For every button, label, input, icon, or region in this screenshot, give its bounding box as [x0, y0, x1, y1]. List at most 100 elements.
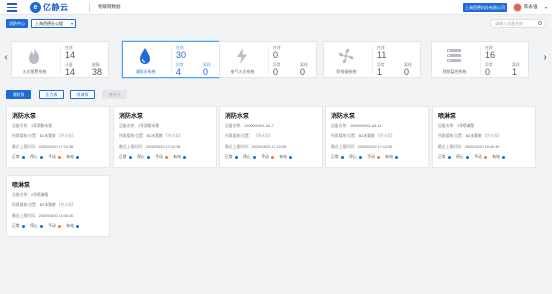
stat-value: 30 [176, 50, 187, 60]
device-card[interactable]: 消防水泵 设备名称：2号消防水泵 所属楼栋/位置：B2水泵房 【供水泵】 最近上报时间… [113, 106, 217, 168]
category-card-1[interactable]: 消防水系统 在线 30 异常 4 离线 0 [122, 41, 220, 78]
device-location-extra: 【供水泵】 [163, 134, 183, 138]
device-location: B2水泵房 [39, 203, 56, 207]
status-item-normal: 正常 [12, 155, 26, 160]
avatar[interactable] [513, 3, 522, 12]
device-location: B2水泵房 [358, 134, 375, 138]
category-name: 电气火灾系统 [230, 69, 255, 74]
stat-value: 14 [65, 50, 76, 60]
toolbar: 消防中心 上海西德办公楼 ▾ 请输入设备名称 [0, 15, 552, 32]
status-label: 正常 [225, 155, 233, 159]
category-divider [60, 47, 61, 74]
device-card[interactable]: 消防水泵 设备名称：1号消防水泵 所属楼栋/位置：B2水泵房 【供水泵】 最近上报时间… [6, 106, 110, 168]
status-label: 有电 [279, 155, 287, 159]
prev-arrow-icon[interactable]: ‹ [2, 53, 10, 63]
status-dot [146, 155, 151, 160]
device-location-label: 所属楼栋/位置： [119, 134, 147, 138]
status-label: 停止 [30, 155, 38, 159]
category-card-3[interactable]: 防排烟系统 在线 11 异常 1 离线 0 [323, 41, 421, 78]
status-label: 有电 [66, 224, 74, 228]
lightning-icon [232, 46, 252, 66]
username[interactable]: 陈永强 [524, 4, 538, 10]
status-item-manual: 手动 [155, 155, 169, 160]
device-card[interactable]: 消防水泵 设备名称：1000000011-64-11 所属楼栋/位置：B2水泵房 【… [325, 106, 429, 168]
stat-value: 0 [300, 67, 306, 77]
status-label: 有电 [492, 155, 500, 159]
status-dot [39, 224, 44, 229]
device-location-row: 所属楼栋/位置：B2水泵房 【供水泵】 [438, 134, 502, 139]
nav-title[interactable]: 物联网数据 [98, 4, 121, 10]
device-card[interactable]: 喷淋泵 设备名称：2号喷淋泵 所属楼栋/位置：B2水泵房 【供水泵】 最近上报时间：2… [6, 175, 110, 237]
stat-value: 0 [485, 67, 491, 77]
stat-value: 0 [404, 67, 410, 77]
device-card[interactable]: 消防水泵 设备名称：1000000011-64-7 所属楼栋/位置： 【供水泵】 最近… [219, 106, 323, 168]
device-title: 消防水泵 [12, 114, 37, 120]
device-name-label: 设备名称： [12, 124, 31, 128]
status-label: 手动 [367, 155, 375, 159]
status-label: 手动 [155, 155, 163, 159]
device-time-row: 最近上报时间：2020/03/20 15:40:30 [438, 145, 499, 150]
tab-fire-pump[interactable]: 消防泵 [6, 90, 31, 99]
search-icon[interactable] [538, 21, 542, 25]
device-title: 消防水泵 [119, 114, 144, 120]
device-title: 喷淋泵 [12, 183, 31, 189]
project-tag[interactable]: 消防中心 [6, 19, 28, 28]
category-card-4[interactable]: 视频监控系统 在线 16 异常 0 离线 1 [431, 41, 529, 78]
category-card-2[interactable]: 电气火灾系统 在线 0 异常 0 离线 0 [219, 41, 317, 78]
status-label: 手动 [261, 155, 269, 159]
device-name-row: 设备名称：1号消防水泵 [12, 124, 52, 129]
status-item-power: 有电 [66, 155, 80, 160]
status-item-manual: 手动 [261, 155, 275, 160]
device-name-label: 设备名称： [438, 124, 457, 128]
device-name: 2号喷淋泵 [30, 193, 49, 197]
building-select[interactable]: 上海西德办公楼 ▾ [31, 19, 76, 28]
category-name: 消防水系统 [135, 69, 156, 74]
app-logo[interactable]: e 亿静云 [30, 2, 69, 13]
device-name-label: 设备名称： [12, 193, 31, 197]
chevron-down-icon[interactable]: ▾ [545, 5, 547, 10]
category-name: 火灾报警系统 [22, 69, 47, 74]
status-label: 正常 [12, 224, 20, 228]
device-location-row: 所属楼栋/位置： 【供水泵】 [225, 134, 273, 139]
device-location: B2水泵房 [146, 134, 163, 138]
next-arrow-icon[interactable]: › [541, 53, 549, 63]
status-label: 正常 [119, 155, 127, 159]
device-name-row: 设备名称：1000000011-64-11 [331, 124, 382, 129]
status-dot [340, 155, 345, 160]
status-dot [234, 155, 239, 160]
device-location-label: 所属楼栋/位置： [438, 134, 466, 138]
fan-icon [336, 46, 356, 66]
stat-value: 0 [273, 67, 279, 77]
stat-value: 0 [273, 50, 279, 60]
status-item-manual: 手动 [367, 155, 381, 160]
status-item-stop: 停止 [243, 155, 257, 160]
status-dot [21, 155, 26, 160]
device-location-extra: 【供水泵】 [56, 203, 76, 207]
device-name: 2号消防水泵 [137, 124, 160, 128]
device-card[interactable]: 喷淋泵 设备名称：1号喷淋泵 所属楼栋/位置：B2水泵房 【供水泵】 最近上报时间：2… [432, 106, 536, 168]
chevron-down-icon: ▾ [70, 21, 73, 26]
building-select-value: 上海西德办公楼 [35, 21, 63, 26]
device-time-row: 最近上报时间：2020/03/20 15:40:30 [12, 214, 73, 219]
search-input[interactable]: 请输入设备名称 [490, 19, 546, 28]
device-status-row: 正常 停止 手动 有电 [12, 155, 84, 160]
device-time-label: 最近上报时间： [438, 145, 465, 149]
status-label: 手动 [48, 224, 56, 228]
company-button[interactable]: 上海西德科技有限公司 [463, 3, 507, 12]
tab-level-meter[interactable]: 液位计 [102, 90, 127, 99]
device-time-row: 最近上报时间：2020/03/20 17:12:36 [12, 145, 73, 150]
device-name: 1000000011-64-11 [349, 124, 382, 128]
tab-sprinkler-pump[interactable]: 喷淋泵 [70, 90, 95, 99]
device-time: 2020/03/20 15:40:30 [38, 214, 74, 218]
device-location-label: 所属楼栋/位置： [225, 134, 253, 138]
device-status-row: 正常 停止 手动 有电 [12, 224, 84, 229]
status-dot [164, 155, 169, 160]
tab-pressure-gauge[interactable]: 压力表 [39, 90, 64, 99]
device-time-label: 最近上报时间： [119, 145, 146, 149]
category-divider [372, 47, 373, 74]
status-item-power: 有电 [279, 155, 293, 160]
device-name: 1号消防水泵 [30, 124, 53, 128]
top-header: e 亿静云 物联网数据 上海西德科技有限公司 陈永强 ▾ [0, 0, 552, 15]
hamburger-menu-icon[interactable] [7, 3, 17, 12]
category-card-0[interactable]: 火灾报警系统 在线 14 计量 14 故障 38 [11, 41, 109, 78]
